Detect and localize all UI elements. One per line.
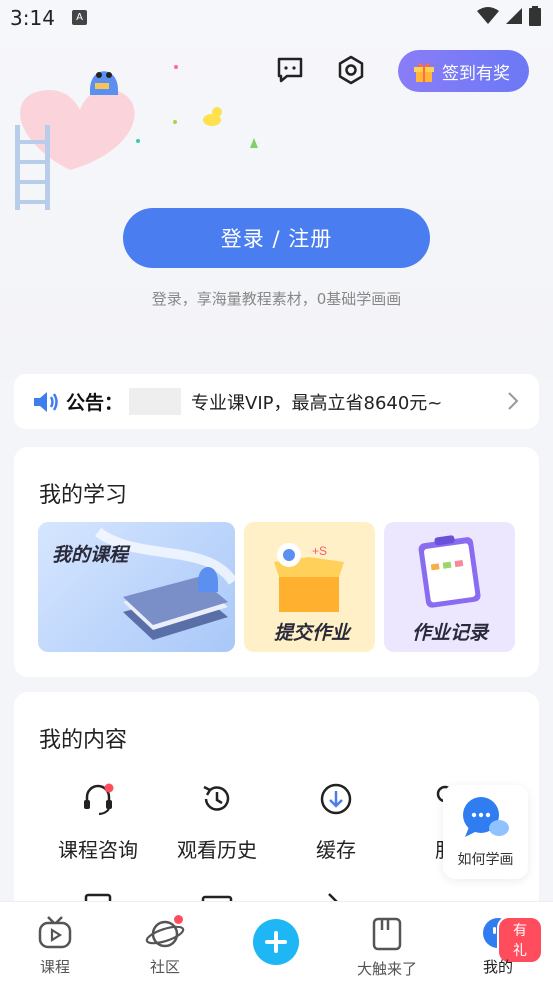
announcement-blank (129, 388, 182, 415)
announcement-text: 专业课VIP，最高立省8640元~ (191, 392, 443, 414)
plus-icon (253, 919, 299, 965)
bottom-nav: 课程 社区 大触来了 有礼 我的 (0, 901, 553, 983)
announcement-bar[interactable]: 公告： 专业课VIP，最高立省8640元~ (14, 374, 539, 429)
history-icon (203, 785, 230, 811)
gear-icon (338, 55, 364, 85)
my-courses-tile[interactable]: 我的课程 (38, 522, 235, 652)
community-badge-dot (172, 913, 185, 926)
status-time: 3:14 (10, 6, 55, 30)
nav-community-label: 社区 (149, 958, 180, 976)
wifi-icon (477, 7, 499, 24)
download-icon (320, 783, 352, 815)
checkin-button[interactable]: 签到有奖 (398, 50, 529, 92)
my-study-title: 我的学习 (39, 483, 128, 508)
watch-history-label: 观看历史 (177, 838, 257, 862)
mascot-illustration (15, 65, 258, 210)
announcement-label: 公告： (66, 392, 124, 414)
chevron-right-icon (508, 392, 519, 410)
speaker-icon (34, 391, 58, 412)
course-consult-label: 课程咨询 (58, 838, 138, 862)
svg-text:+S: +S (312, 544, 327, 558)
status-icons (477, 6, 541, 26)
my-courses-label: 我的课程 (52, 544, 129, 566)
nav-master-label: 大触来了 (356, 960, 417, 978)
checkin-label: 签到有奖 (442, 63, 510, 84)
message-icon (277, 57, 303, 83)
cache-item[interactable]: 缓存 (281, 782, 391, 863)
nav-courses-label: 课程 (39, 958, 70, 976)
login-register-button[interactable]: 登录 / 注册 (123, 208, 430, 268)
notification-icon: A (72, 10, 87, 25)
how-to-learn-label: 如何学画 (457, 852, 514, 868)
homework-record-label: 作业记录 (412, 622, 489, 644)
course-consult-item[interactable]: 课程咨询 (43, 782, 153, 863)
homework-record-tile[interactable]: 作业记录 (384, 522, 515, 652)
watch-history-item[interactable]: 观看历史 (162, 782, 272, 863)
how-to-learn-button[interactable]: 如何学画 (443, 785, 528, 879)
login-subtitle: 登录，享海量教程素材，0基础学画画 (151, 290, 402, 308)
submit-homework-label: 提交作业 (274, 622, 351, 644)
nav-courses[interactable]: 课程 (10, 902, 100, 983)
my-content-title: 我的内容 (39, 728, 128, 753)
my-study-card: 我的学习 我的课程 +S 提交作业 作业记录 (14, 447, 539, 677)
book-icon (372, 917, 402, 951)
chat-bubble-icon (463, 797, 509, 837)
nav-profile[interactable]: 有礼 我的 (453, 902, 543, 983)
status-bar: 3:14 A (0, 0, 553, 36)
nav-create[interactable] (231, 902, 321, 983)
cache-label: 缓存 (316, 838, 356, 862)
nav-profile-label: 我的 (482, 958, 513, 976)
settings-button[interactable] (331, 50, 371, 90)
battery-icon (529, 6, 541, 26)
submit-homework-tile[interactable]: +S 提交作业 (244, 522, 375, 652)
message-button[interactable] (270, 50, 310, 90)
headset-icon (84, 783, 114, 816)
gift-icon (414, 63, 434, 82)
nav-community[interactable]: 社区 (120, 902, 210, 983)
signal-icon (506, 8, 522, 24)
nav-master[interactable]: 大触来了 (342, 902, 432, 983)
tv-icon (38, 916, 72, 949)
